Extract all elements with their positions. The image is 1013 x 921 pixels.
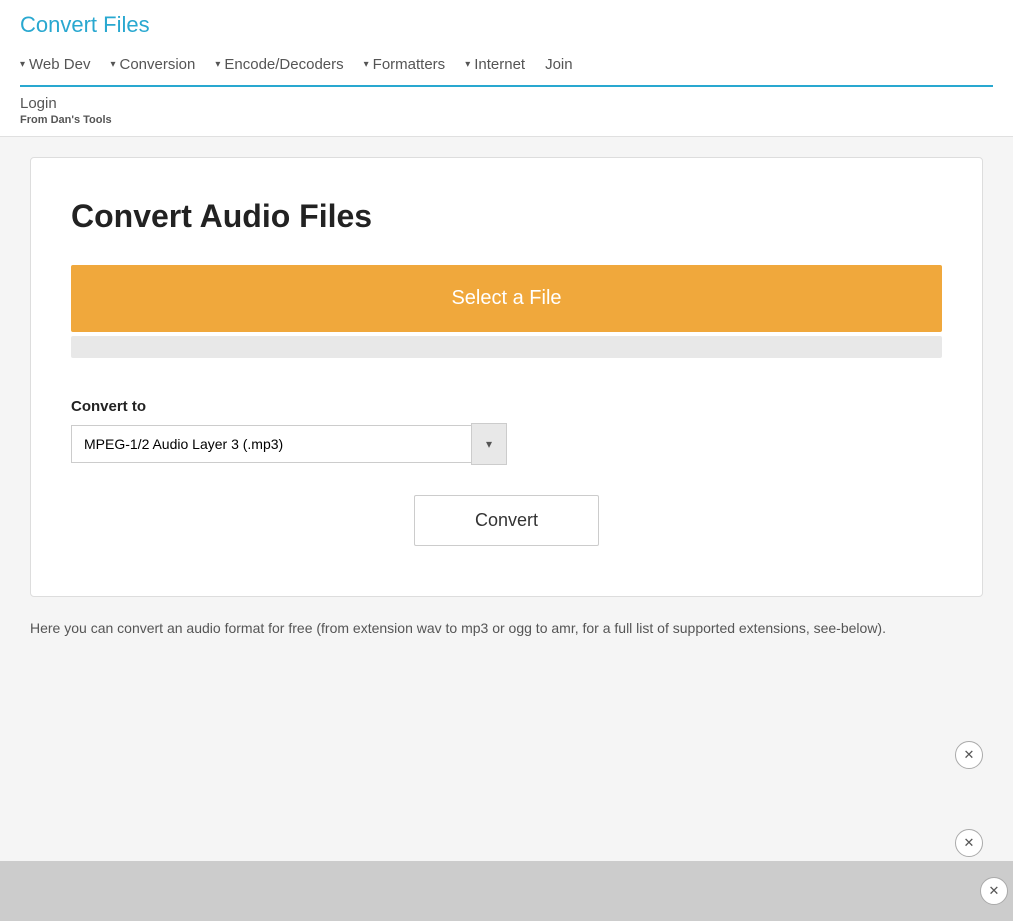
nav-label-internet: Internet <box>474 56 525 73</box>
description: Here you can convert an audio format for… <box>30 617 983 639</box>
file-input-bar <box>71 336 942 358</box>
chevron-down-icon: ▾ <box>20 59 25 70</box>
header-top: Convert Files <box>20 0 993 46</box>
convert-button[interactable]: Convert <box>414 495 599 546</box>
select-dropdown-arrow[interactable]: ▾ <box>471 423 507 465</box>
login-section: Login From Dan's Tools <box>20 85 993 136</box>
description-text: Here you can convert an audio format for… <box>30 617 983 639</box>
nav-item-conversion[interactable]: ▾ Conversion <box>110 56 195 73</box>
header: Convert Files ▾ Web Dev ▾ Conversion ▾ E… <box>0 0 1013 137</box>
bottom-ad-bar: ✕ <box>0 861 1013 921</box>
chevron-down-icon: ▾ <box>486 437 492 451</box>
nav-bar: ▾ Web Dev ▾ Conversion ▾ Encode/Decoders… <box>20 46 993 83</box>
nav-item-encode[interactable]: ▾ Encode/Decoders <box>215 56 343 73</box>
format-select-wrapper: MPEG-1/2 Audio Layer 3 (.mp3) Waveform A… <box>71 423 942 465</box>
page-title: Convert Audio Files <box>71 198 942 235</box>
bottom-ad-close-button[interactable]: ✕ <box>980 877 1008 905</box>
close-icon: ✕ <box>989 883 1000 899</box>
nav-label-join: Join <box>545 56 573 73</box>
from-text: From <box>20 114 48 126</box>
chevron-down-icon: ▾ <box>215 59 220 70</box>
nav-item-webdev[interactable]: ▾ Web Dev <box>20 56 90 73</box>
nav-label-encode: Encode/Decoders <box>224 56 343 73</box>
nav-label-conversion: Conversion <box>119 56 195 73</box>
nav-item-join[interactable]: Join <box>545 56 573 73</box>
nav-item-formatters[interactable]: ▾ Formatters <box>364 56 446 73</box>
main-content: Convert Audio Files Select a File Conver… <box>0 137 1013 879</box>
chevron-down-icon: ▾ <box>110 59 115 70</box>
chevron-down-icon: ▾ <box>465 59 470 70</box>
login-link[interactable]: Login <box>20 95 993 112</box>
nav-label-webdev: Web Dev <box>29 56 90 73</box>
from-source: Dan's Tools <box>51 114 112 126</box>
site-title[interactable]: Convert Files <box>20 12 150 37</box>
convert-to-label: Convert to <box>71 398 942 415</box>
nav-item-internet[interactable]: ▾ Internet <box>465 56 525 73</box>
ad-area-1 <box>30 649 983 769</box>
main-card: Convert Audio Files Select a File Conver… <box>30 157 983 597</box>
convert-section: Convert to MPEG-1/2 Audio Layer 3 (.mp3)… <box>71 398 942 546</box>
chevron-down-icon: ▾ <box>364 59 369 70</box>
close-icon: ✕ <box>964 747 975 763</box>
ad-close-button-2[interactable]: ✕ <box>955 829 983 857</box>
ad-container-1: ✕ <box>30 649 983 769</box>
select-file-button[interactable]: Select a File <box>71 265 942 332</box>
ad-container-2: ✕ <box>30 779 983 859</box>
close-icon: ✕ <box>964 835 975 851</box>
nav-label-formatters: Formatters <box>373 56 446 73</box>
from-label: From Dan's Tools <box>20 114 993 126</box>
format-select[interactable]: MPEG-1/2 Audio Layer 3 (.mp3) Waveform A… <box>71 425 471 463</box>
